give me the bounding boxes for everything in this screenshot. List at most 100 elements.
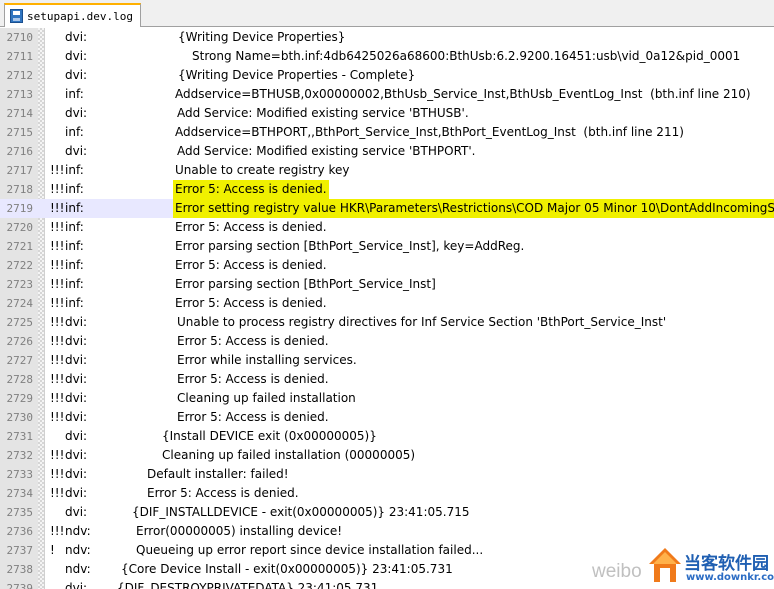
watermark-url: www.downkr.com [686, 572, 774, 583]
log-message: Default installer: failed! [147, 467, 289, 481]
log-line[interactable]: 2728!!! dvi: Error 5: Access is denied. [0, 370, 774, 389]
log-level: dvi: [65, 30, 88, 44]
log-level: dvi: [65, 106, 88, 120]
log-level: inf: [65, 87, 84, 101]
line-number: 2712 [6, 69, 34, 82]
log-message: {Writing Device Properties - Complete} [178, 68, 416, 82]
line-number: 2713 [6, 88, 34, 101]
line-number: 2716 [6, 145, 34, 158]
log-message: Error while installing services. [177, 353, 357, 367]
log-line[interactable]: 2717!!! inf: Unable to create registry key [0, 161, 774, 180]
log-line[interactable]: 2721!!! inf: Error parsing section [BthPor… [0, 237, 774, 256]
log-level: dvi: [65, 486, 88, 500]
error-marker: !!! [50, 486, 65, 500]
line-number: 2710 [6, 31, 34, 44]
log-message: {Install DEVICE exit (0x00000005)} [162, 429, 377, 443]
line-number: 2726 [6, 335, 34, 348]
log-line[interactable]: 2724!!! inf: Error 5: Access is denied. [0, 294, 774, 313]
tab-bar: setupapi.dev.log [0, 0, 774, 27]
log-level: dvi: [65, 68, 88, 82]
line-number: 2731 [6, 430, 34, 443]
line-number: 2725 [6, 316, 34, 329]
log-level: inf: [65, 296, 84, 310]
log-line[interactable]: 2730!!! dvi: Error 5: Access is denied. [0, 408, 774, 427]
log-message: Error 5: Access is denied. [177, 334, 329, 348]
log-line[interactable]: 2733!!! dvi: Default installer: failed! [0, 465, 774, 484]
error-marker: ! [50, 543, 55, 557]
line-number: 2718 [6, 183, 34, 196]
log-message: Error 5: Access is denied. [175, 258, 327, 272]
line-number: 2714 [6, 107, 34, 120]
log-message: Error 5: Access is denied. [177, 372, 329, 386]
log-line[interactable]: 2716 dvi: Add Service: Modified existing s… [0, 142, 774, 161]
line-number: 2732 [6, 449, 34, 462]
tab-label: setupapi.dev.log [27, 9, 133, 23]
line-number: 2721 [6, 240, 34, 253]
log-line[interactable]: 2732!!! dvi: Cleaning up failed installati… [0, 446, 774, 465]
log-line[interactable]: 2731 dvi: {Install DEVICE exit (0x00000005… [0, 427, 774, 446]
log-line[interactable]: 2714 dvi: Add Service: Modified existing s… [0, 104, 774, 123]
log-line[interactable]: 2715 inf: Addservice=BTHPORT,,BthPort_Serv… [0, 123, 774, 142]
log-message: Add Service: Modified existing service '… [177, 144, 476, 158]
error-marker: !!! [50, 296, 65, 310]
notepad-file-icon [10, 9, 23, 23]
log-message: Error 5: Access is denied. [177, 410, 329, 424]
line-number: 2724 [6, 297, 34, 310]
log-level: dvi: [65, 581, 88, 589]
log-line[interactable]: 2720!!! inf: Error 5: Access is denied. [0, 218, 774, 237]
log-level: dvi: [65, 144, 88, 158]
log-message: Error 5: Access is denied. [147, 486, 299, 500]
log-level: dvi: [65, 315, 88, 329]
log-level: dvi: [65, 391, 88, 405]
log-level: ndv: [65, 562, 91, 576]
error-marker: !!! [50, 277, 65, 291]
line-number: 2734 [6, 487, 34, 500]
log-line[interactable]: 2713 inf: Addservice=BTHUSB,0x00000002,Bth… [0, 85, 774, 104]
log-line[interactable]: 2735 dvi: {DIF_INSTALLDEVICE - exit(0x0000… [0, 503, 774, 522]
log-message: {DIF_INSTALLDEVICE - exit(0x00000005)} 2… [132, 505, 470, 519]
line-number: 2729 [6, 392, 34, 405]
log-line[interactable]: 2710 dvi: {Writing Device Properties} [0, 28, 774, 47]
log-line[interactable]: 2727!!! dvi: Error while installing servic… [0, 351, 774, 370]
error-marker: !!! [50, 182, 65, 196]
log-message: Error parsing section [BthPort_Service_I… [175, 277, 436, 291]
log-message: Strong Name=bth.inf:4db6425026a68600:Bth… [192, 49, 741, 63]
line-number: 2717 [6, 164, 34, 177]
log-message: {DIF_DESTROYPRIVATEDATA} 23:41:05.731 [117, 581, 379, 589]
log-level: inf: [65, 163, 84, 177]
log-line[interactable]: 2718!!! inf: Error 5: Access is denied. [0, 180, 774, 199]
log-message: {Writing Device Properties} [178, 30, 346, 44]
log-message: Addservice=BTHUSB,0x00000002,BthUsb_Serv… [175, 87, 751, 101]
log-level: dvi: [65, 505, 88, 519]
log-message: Error parsing section [BthPort_Service_I… [175, 239, 525, 253]
log-line[interactable]: 2722!!! inf: Error 5: Access is denied. [0, 256, 774, 275]
log-line[interactable]: 2711 dvi: Strong Name=bth.inf:4db6425026a6… [0, 47, 774, 66]
log-line[interactable]: 2723!!! inf: Error parsing section [BthPor… [0, 275, 774, 294]
line-number: 2719 [6, 202, 34, 215]
line-number: 2733 [6, 468, 34, 481]
log-line[interactable]: 2719!!! inf: Error setting registry value … [0, 199, 774, 218]
log-level: dvi: [65, 49, 88, 63]
error-marker: !!! [50, 410, 65, 424]
log-line[interactable]: 2726!!! dvi: Error 5: Access is denied. [0, 332, 774, 351]
log-line[interactable]: 2725!!! dvi: Unable to process registry di… [0, 313, 774, 332]
line-number: 2715 [6, 126, 34, 139]
error-marker: !!! [50, 467, 65, 481]
log-line[interactable]: 2729!!! dvi: Cleaning up failed installati… [0, 389, 774, 408]
log-line[interactable]: 2736!!! ndv: Error(00000005) installing de… [0, 522, 774, 541]
log-level: dvi: [65, 467, 88, 481]
log-level: inf: [65, 182, 84, 196]
log-message: Add Service: Modified existing service '… [177, 106, 469, 120]
log-message: Unable to process registry directives fo… [177, 315, 667, 329]
log-level: inf: [65, 277, 84, 291]
log-line[interactable]: 2712 dvi: {Writing Device Properties - Com… [0, 66, 774, 85]
editor-area[interactable]: 2710 dvi: {Writing Device Properties} 2711 d… [0, 28, 774, 589]
log-lines: 2710 dvi: {Writing Device Properties} 2711 d… [0, 28, 774, 589]
line-number: 2737 [6, 544, 34, 557]
log-line[interactable]: 2734!!! dvi: Error 5: Access is denied. [0, 484, 774, 503]
tab-setupapi-log[interactable]: setupapi.dev.log [4, 3, 141, 27]
log-level: inf: [65, 201, 84, 215]
log-level: ndv: [65, 543, 91, 557]
error-marker: !!! [50, 448, 65, 462]
log-level: dvi: [65, 372, 88, 386]
